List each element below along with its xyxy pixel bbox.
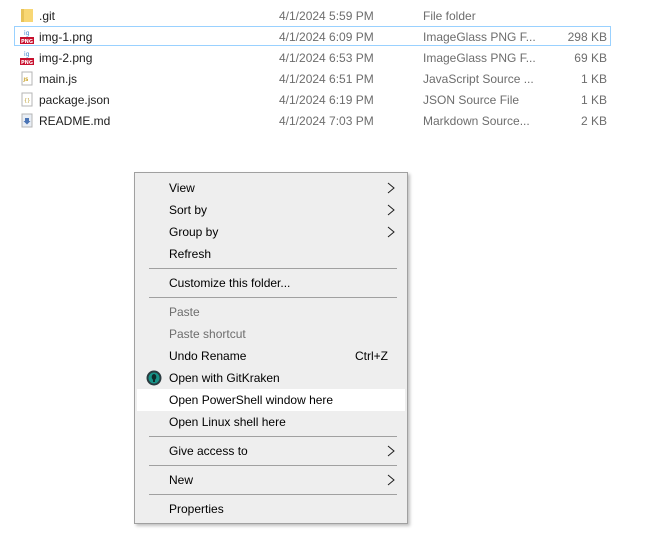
svg-text:JS: JS: [23, 77, 29, 83]
png-image-icon: ig PNG: [20, 30, 34, 44]
menu-item-label: Sort by: [169, 203, 208, 217]
file-row-package-json[interactable]: {} package.json 4/1/2024 6:19 PM JSON So…: [14, 89, 611, 109]
file-type: Markdown Source...: [423, 114, 530, 128]
menu-item-label: Open Linux shell here: [169, 415, 286, 429]
menu-item-new[interactable]: New: [137, 469, 405, 491]
menu-item-label: Group by: [169, 225, 219, 239]
menu-item-label: Give access to: [169, 444, 248, 458]
svg-text:{}: {}: [24, 98, 30, 104]
menu-item-label: Paste: [169, 305, 200, 319]
menu-item-label: Customize this folder...: [169, 276, 291, 290]
gitkraken-icon: [146, 370, 162, 386]
menu-item-open-powershell[interactable]: Open PowerShell window here: [137, 389, 405, 411]
menu-item-refresh[interactable]: Refresh: [137, 243, 405, 265]
file-name: package.json: [39, 93, 110, 107]
file-name: img-2.png: [39, 51, 93, 65]
menu-separator: [149, 268, 397, 269]
folder-icon: [21, 9, 33, 22]
file-size: 1 KB: [580, 72, 607, 86]
file-row-git[interactable]: .git 4/1/2024 5:59 PM File folder: [14, 5, 611, 25]
chevron-right-icon: [387, 182, 395, 194]
menu-item-properties[interactable]: Properties: [137, 498, 405, 520]
file-name: main.js: [39, 72, 78, 86]
svg-text:ig: ig: [24, 30, 30, 37]
png-image-icon: ig PNG: [20, 51, 34, 65]
svg-text:ig: ig: [24, 51, 30, 58]
file-size: 298 KB: [567, 30, 607, 44]
file-type: ImageGlass PNG F...: [423, 51, 536, 65]
menu-item-paste[interactable]: Paste: [137, 301, 405, 323]
menu-item-label: Open with GitKraken: [169, 371, 280, 385]
menu-item-sort-by[interactable]: Sort by: [137, 199, 405, 221]
file-type: ImageGlass PNG F...: [423, 30, 536, 44]
file-date: 4/1/2024 7:03 PM: [279, 114, 374, 128]
file-type: JavaScript Source ...: [423, 72, 534, 86]
file-date: 4/1/2024 6:53 PM: [279, 51, 374, 65]
menu-separator: [149, 494, 397, 495]
menu-item-view[interactable]: View: [137, 177, 405, 199]
file-type: File folder: [423, 9, 476, 23]
chevron-right-icon: [387, 474, 395, 486]
markdown-file-icon: [21, 113, 33, 128]
menu-item-paste-shortcut[interactable]: Paste shortcut: [137, 323, 405, 345]
file-type: JSON Source File: [423, 93, 520, 107]
file-row-img-2[interactable]: ig PNG img-2.png 4/1/2024 6:53 PM ImageG…: [14, 47, 611, 67]
chevron-right-icon: [387, 226, 395, 238]
file-name: .git: [39, 9, 56, 23]
json-file-icon: {}: [21, 92, 33, 107]
menu-item-label: Refresh: [169, 247, 212, 261]
file-row-img-1[interactable]: ig PNG img-1.png 4/1/2024 6:09 PM ImageG…: [14, 26, 611, 46]
menu-separator: [149, 465, 397, 466]
file-size: 1 KB: [580, 93, 607, 107]
file-date: 4/1/2024 5:59 PM: [279, 9, 374, 23]
js-file-icon: JS: [21, 71, 33, 86]
menu-item-label: View: [169, 181, 195, 195]
file-size: 2 KB: [580, 114, 607, 128]
chevron-right-icon: [387, 204, 395, 216]
file-date: 4/1/2024 6:51 PM: [279, 72, 374, 86]
file-date: 4/1/2024 6:19 PM: [279, 93, 374, 107]
menu-item-give-access[interactable]: Give access to: [137, 440, 405, 462]
menu-item-group-by[interactable]: Group by: [137, 221, 405, 243]
menu-item-label: New: [169, 473, 194, 487]
menu-item-open-gitkraken[interactable]: Open with GitKraken: [137, 367, 405, 389]
menu-item-open-linux-shell[interactable]: Open Linux shell here: [137, 411, 405, 433]
svg-text:PNG: PNG: [21, 39, 33, 44]
menu-item-label: Paste shortcut: [169, 327, 246, 341]
file-size: 69 KB: [574, 51, 607, 65]
file-row-readme[interactable]: README.md 4/1/2024 7:03 PM Markdown Sour…: [14, 110, 611, 130]
svg-text:PNG: PNG: [21, 60, 33, 65]
menu-item-undo-rename[interactable]: Undo Rename Ctrl+Z: [137, 345, 405, 367]
menu-item-label: Undo Rename: [169, 349, 247, 363]
file-date: 4/1/2024 6:09 PM: [279, 30, 374, 44]
file-row-main-js[interactable]: JS main.js 4/1/2024 6:51 PM JavaScript S…: [14, 68, 611, 88]
context-menu: View Sort by Group by Refresh Customize …: [134, 172, 408, 524]
file-name: img-1.png: [39, 30, 93, 44]
chevron-right-icon: [387, 445, 395, 457]
keyboard-shortcut: Ctrl+Z: [355, 349, 388, 363]
menu-item-customize-folder[interactable]: Customize this folder...: [137, 272, 405, 294]
file-name: README.md: [39, 114, 111, 128]
menu-separator: [149, 297, 397, 298]
menu-item-label: Open PowerShell window here: [169, 393, 334, 407]
menu-item-label: Properties: [169, 502, 224, 516]
menu-separator: [149, 436, 397, 437]
